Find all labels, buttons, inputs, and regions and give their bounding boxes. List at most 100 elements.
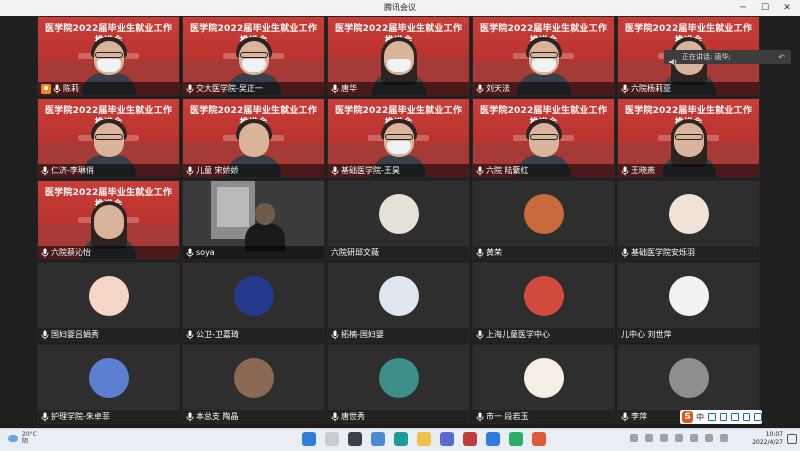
ime-keyboard-icon[interactable] <box>731 413 739 421</box>
battery-icon[interactable] <box>720 434 728 442</box>
wifi-icon[interactable] <box>690 434 698 442</box>
language-icon[interactable] <box>675 434 683 442</box>
microphone-icon <box>331 84 339 94</box>
video-icon[interactable] <box>660 434 668 442</box>
volume-icon[interactable] <box>705 434 713 442</box>
participant-namebar: 交大医学院-吴正一 <box>183 82 324 95</box>
avatar <box>668 276 709 316</box>
avatar <box>233 358 274 398</box>
taskbar: 20°C 阴 10:07 2022/4/27 <box>0 428 800 451</box>
store-icon[interactable] <box>440 432 454 446</box>
ime-toolbar[interactable]: S 中 <box>680 410 763 424</box>
clock[interactable]: 10:07 2022/4/27 <box>745 431 783 447</box>
participant-tile[interactable]: 医学院2022届毕业生就业工作推进会仁济-李琳俏 <box>37 98 180 178</box>
participant-name: 交大医学院-吴正一 <box>196 84 263 93</box>
close-button[interactable]: ✕ <box>780 0 794 16</box>
participant-tile[interactable]: 医学院2022届毕业生就业工作推进会儿童 宋娇娇 <box>182 98 325 178</box>
ime-skin-icon[interactable] <box>742 413 751 421</box>
participant-name: 市一 段若玉 <box>486 412 529 421</box>
sogou-logo-icon[interactable]: S <box>682 411 694 423</box>
participant-namebar: 陈莉 <box>38 82 179 95</box>
notification-icon[interactable] <box>787 434 797 444</box>
window-controls: ─ ☐ ✕ <box>728 0 794 16</box>
microphone-icon <box>476 166 484 176</box>
participant-tile[interactable]: 唐世秀 <box>327 344 470 424</box>
microphone-icon <box>41 166 49 176</box>
participant-namebar: 六院 陆蘩红 <box>473 164 614 177</box>
participant-tile[interactable]: 医学院2022届毕业生就业工作推进会六院蔡沁怡 <box>37 180 180 260</box>
microphone-icon <box>331 330 339 340</box>
participant-name: 唐世秀 <box>341 412 365 421</box>
participant-namebar: 国妇婴吕娟秀 <box>38 328 179 341</box>
avatar <box>233 276 274 316</box>
weather-temp: 20°C <box>22 431 37 438</box>
participant-tile[interactable]: 基础医学院安烁羽 <box>617 180 760 260</box>
minimize-button[interactable]: ─ <box>736 0 750 16</box>
participant-namebar: 黄荣 <box>473 246 614 259</box>
participant-tile[interactable]: 护理学院-朱卓菲 <box>37 344 180 424</box>
participant-grid: 医学院2022届毕业生就业工作推进会陈莉医学院2022届毕业生就业工作推进会交大… <box>0 16 800 428</box>
participant-tile[interactable]: 儿中心 刘世萍 <box>617 262 760 342</box>
participant-tile[interactable]: 医学院2022届毕业生就业工作推进会六院 陆蘩红 <box>472 98 615 178</box>
participant-name: 王晓燕 <box>631 166 655 175</box>
participant-namebar: 公卫-卫嘉琦 <box>183 328 324 341</box>
participant-tile[interactable]: 拓楠-国妇婴 <box>327 262 470 342</box>
participant-namebar: 市一 段若玉 <box>473 410 614 423</box>
participant-tile[interactable]: 医学院2022届毕业生就业工作推进会基础医学院-王昊 <box>327 98 470 178</box>
edge-icon[interactable] <box>394 432 408 446</box>
participant-tile[interactable]: 医学院2022届毕业生就业工作推进会陈莉 <box>37 16 180 96</box>
participant-name: soya <box>196 248 215 257</box>
participant-tile[interactable]: 医学院2022届毕业生就业工作推进会刘天法 <box>472 16 615 96</box>
app-icon[interactable] <box>532 432 546 446</box>
avatar <box>668 358 709 398</box>
wechat-icon[interactable] <box>509 432 523 446</box>
participant-name: 护理学院-朱卓菲 <box>51 412 110 421</box>
speaking-indicator[interactable]: 正在讲话: 唐华; ↶ <box>664 50 791 65</box>
start-icon[interactable] <box>302 432 316 446</box>
participant-tile[interactable]: 本总支 陶晶 <box>182 344 325 424</box>
avatar <box>378 276 419 316</box>
participant-namebar: 刘天法 <box>473 82 614 95</box>
avatar <box>88 276 129 316</box>
weather-widget[interactable]: 20°C 阴 <box>8 431 37 445</box>
microphone-icon[interactable] <box>645 434 653 442</box>
chevron-up-icon[interactable] <box>630 434 638 442</box>
microphone-icon <box>41 248 49 258</box>
microphone-icon <box>186 248 194 258</box>
ime-punct-icon[interactable] <box>708 413 716 421</box>
participant-tile[interactable]: 医学院2022届毕业生就业工作推进会唐华 <box>327 16 470 96</box>
avatar <box>668 194 709 234</box>
tencent-meeting-icon[interactable] <box>486 432 500 446</box>
clock-time: 10:07 <box>765 431 783 438</box>
participant-tile[interactable]: 医学院2022届毕业生就业工作推进会王晓燕 <box>617 98 760 178</box>
participant-name: 上海儿童医学中心 <box>486 330 550 339</box>
participant-video <box>245 203 285 251</box>
task-view-icon[interactable] <box>348 432 362 446</box>
participant-namebar: 王晓燕 <box>618 164 759 177</box>
meeting-area: 医学院2022届毕业生就业工作推进会陈莉医学院2022届毕业生就业工作推进会交大… <box>0 16 800 428</box>
ime-toolbox-icon[interactable] <box>754 413 763 421</box>
search-icon[interactable] <box>325 432 339 446</box>
participant-tile[interactable]: 市一 段若玉 <box>472 344 615 424</box>
participant-tile[interactable]: 国妇婴吕娟秀 <box>37 262 180 342</box>
participant-namebar: 拓楠-国妇婴 <box>328 328 469 341</box>
maximize-button[interactable]: ☐ <box>758 0 772 16</box>
participant-tile[interactable]: 上海儿童医学中心 <box>472 262 615 342</box>
widgets-icon[interactable] <box>371 432 385 446</box>
participant-namebar: 唐华 <box>328 82 469 95</box>
weather-desc: 阴 <box>22 438 29 445</box>
participant-tile[interactable]: 黄荣 <box>472 180 615 260</box>
microphone-icon <box>621 84 629 94</box>
participant-tile[interactable]: 医学院2022届毕业生就业工作推进会交大医学院-吴正一 <box>182 16 325 96</box>
participant-name: 仁济-李琳俏 <box>51 166 94 175</box>
participant-tile[interactable]: 六院研邱文薇 <box>327 180 470 260</box>
participant-tile[interactable]: soya <box>182 180 325 260</box>
participant-tile[interactable]: 公卫-卫嘉琦 <box>182 262 325 342</box>
microphone-icon <box>331 166 339 176</box>
ime-emoji-icon[interactable] <box>719 413 728 421</box>
participant-name: 六院杨莉亚 <box>631 84 671 93</box>
explorer-icon[interactable] <box>417 432 431 446</box>
collapse-arrow-icon[interactable]: ↶ <box>778 53 785 62</box>
video-icon[interactable] <box>463 432 477 446</box>
ime-language[interactable]: 中 <box>696 412 704 423</box>
